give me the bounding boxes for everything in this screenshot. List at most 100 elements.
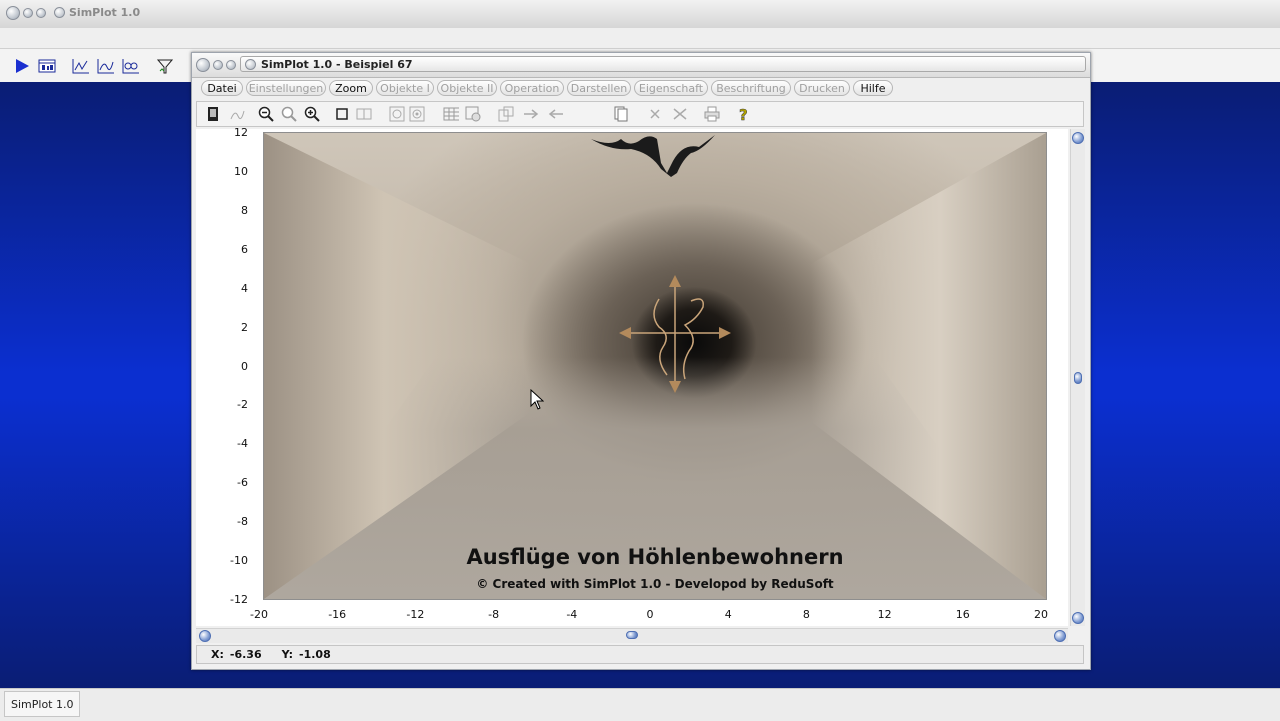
- zoom-in-icon[interactable]: [304, 106, 320, 122]
- oscillation-icon[interactable]: [122, 57, 140, 75]
- funnel-icon[interactable]: [156, 57, 174, 75]
- y-tick-label: 8: [241, 203, 248, 217]
- scroll-up-button[interactable]: [1072, 132, 1084, 144]
- x-tick-label: 12: [877, 608, 892, 621]
- app-icon: [54, 7, 65, 18]
- main-window-titlebar: SimPlot 1.0: [0, 0, 1280, 29]
- horizontal-scroll-thumb[interactable]: [626, 631, 638, 639]
- chart-subtitle: © Created with SimPlot 1.0 - Developod b…: [476, 577, 834, 591]
- svg-text:?: ?: [739, 106, 748, 122]
- curve-chart-icon[interactable]: [97, 57, 115, 75]
- y-tick-label: -2: [237, 398, 248, 412]
- copy-icon[interactable]: [498, 106, 514, 122]
- horizontal-scrollbar[interactable]: [196, 628, 1068, 643]
- arrow-right-icon[interactable]: [523, 106, 539, 122]
- x-tick-label: -4: [566, 608, 578, 621]
- x-tick-label: -12: [406, 608, 425, 621]
- scroll-left-button[interactable]: [199, 630, 211, 642]
- x-coordinate-label: X:: [211, 648, 224, 661]
- device-icon[interactable]: [205, 106, 221, 122]
- menu-operation[interactable]: Operation: [500, 80, 564, 96]
- bat-shape: [591, 135, 715, 177]
- y-tick-label: -12: [230, 593, 248, 606]
- menu-datei[interactable]: Datei: [201, 80, 243, 96]
- y-coordinate-label: Y:: [281, 648, 294, 661]
- scroll-right-button[interactable]: [1054, 630, 1066, 642]
- arrow-left-icon[interactable]: [548, 106, 564, 122]
- x-tick-label: 8: [802, 608, 810, 621]
- y-tick-label: 6: [241, 242, 248, 256]
- y-tick-label: -10: [230, 554, 248, 568]
- window-controls: [6, 6, 46, 20]
- x-tick-label: -16: [328, 608, 347, 621]
- maximize-window-button[interactable]: [36, 8, 46, 18]
- document-window-controls: [196, 58, 236, 72]
- center-alt-icon[interactable]: [409, 106, 425, 122]
- grid-table-icon[interactable]: [443, 106, 459, 122]
- menu-drucken[interactable]: Drucken: [794, 80, 850, 96]
- x-tick-label: -8: [488, 608, 500, 621]
- y-tick-label: 2: [241, 320, 248, 334]
- menu-objekte-1[interactable]: Objekte I: [376, 80, 434, 96]
- y-tick-label: -8: [237, 515, 248, 529]
- center-icon[interactable]: [389, 106, 405, 122]
- menu-hilfe[interactable]: Hilfe: [853, 80, 893, 96]
- mouse-pointer-icon: [530, 389, 544, 410]
- y-coordinate-value: -1.08: [299, 648, 331, 661]
- y-tick-label: 12: [234, 126, 248, 139]
- document-minimize-button[interactable]: [213, 60, 223, 70]
- scroll-down-button[interactable]: [1072, 612, 1084, 624]
- zoom-reset-icon[interactable]: [281, 106, 297, 122]
- delete-all-icon[interactable]: [672, 106, 688, 122]
- printer-icon[interactable]: [704, 106, 720, 122]
- vertical-scroll-thumb[interactable]: [1074, 372, 1082, 384]
- document-toolbar: ?: [196, 101, 1084, 127]
- main-menubar: [0, 28, 1280, 49]
- x-tick-label: 20: [1034, 608, 1048, 621]
- x-tick-label: 4: [724, 608, 732, 621]
- table-icon[interactable]: [38, 57, 56, 75]
- pen-curve-icon[interactable]: [229, 106, 245, 122]
- menu-beschriftung[interactable]: Beschriftung: [711, 80, 791, 96]
- taskbar-item-simplot[interactable]: SimPlot 1.0: [4, 691, 81, 717]
- menu-eigenschaft[interactable]: Eigenschaft: [634, 80, 708, 96]
- play-icon[interactable]: [13, 57, 31, 75]
- taskbar: SimPlot 1.0: [0, 688, 1280, 721]
- document-maximize-button[interactable]: [226, 60, 236, 70]
- move-crosshair-icon[interactable]: [619, 275, 731, 393]
- y-tick-label: 0: [241, 359, 248, 373]
- document-menubar: Datei Einstellungen Zoom Objekte I Objek…: [192, 78, 1090, 100]
- vertical-scrollbar[interactable]: [1070, 129, 1085, 626]
- help-icon[interactable]: ?: [736, 106, 752, 122]
- minimize-window-button[interactable]: [23, 8, 33, 18]
- pages-icon[interactable]: [613, 106, 629, 122]
- line-chart-icon[interactable]: [72, 57, 90, 75]
- chart-title: Ausflüge von Höhlenbewohnern: [466, 545, 844, 569]
- rectangle-icon[interactable]: [334, 106, 350, 122]
- main-window-title: SimPlot 1.0: [54, 6, 140, 19]
- menu-einstellungen[interactable]: Einstellungen: [246, 80, 326, 96]
- x-tick-label: 16: [955, 608, 970, 621]
- y-tick-label: 4: [241, 281, 248, 295]
- document-window: SimPlot 1.0 - Beispiel 67 Datei Einstell…: [191, 52, 1091, 670]
- document-icon: [245, 58, 256, 70]
- x-tick-label: 0: [646, 608, 654, 621]
- menu-objekte-2[interactable]: Objekte II: [437, 80, 497, 96]
- document-close-button[interactable]: [196, 58, 210, 72]
- x-coordinate-value: -6.36: [229, 648, 262, 661]
- menu-zoom[interactable]: Zoom: [329, 80, 373, 96]
- close-window-button[interactable]: [6, 6, 20, 20]
- y-tick-label: 10: [234, 164, 248, 178]
- settings-table-icon[interactable]: [465, 106, 481, 122]
- menu-darstellen[interactable]: Darstellen: [567, 80, 631, 96]
- zoom-out-icon[interactable]: [258, 106, 274, 122]
- y-tick-label: -4: [237, 437, 248, 451]
- document-titlebar: SimPlot 1.0 - Beispiel 67: [192, 53, 1090, 78]
- x-tick-label: -20: [250, 608, 268, 621]
- scale-icon[interactable]: [356, 106, 372, 122]
- coordinate-status-bar: X: -6.36 Y: -1.08: [196, 645, 1084, 664]
- delete-icon[interactable]: [647, 106, 663, 122]
- document-title: SimPlot 1.0 - Beispiel 67: [240, 56, 1086, 72]
- y-tick-label: -6: [237, 476, 248, 490]
- background-image: Ausflüge von Höhlenbewohnern © Created w…: [263, 132, 1047, 600]
